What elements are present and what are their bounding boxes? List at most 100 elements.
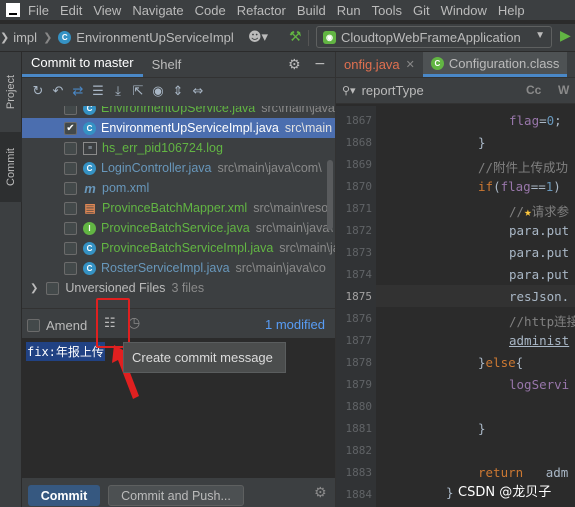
show-diff-icon[interactable]: ☰ <box>88 81 108 101</box>
list-item[interactable]: C EnvironmentUpService.java src\main\jav… <box>22 106 335 118</box>
file-path: src\main\reso <box>253 201 329 215</box>
eye-icon[interactable]: ◉ <box>148 81 168 101</box>
file-checkbox[interactable] <box>64 221 77 235</box>
list-item[interactable]: ≡ hs_err_pid106724.log <box>22 138 335 158</box>
unversioned-files-group[interactable]: ❯ Unversioned Files 3 files <box>22 278 335 296</box>
file-checkbox[interactable]: ✔ <box>64 121 77 135</box>
menu-file[interactable]: File <box>28 3 49 18</box>
whole-words-toggle[interactable]: W <box>558 83 569 97</box>
menu-edit[interactable]: Edit <box>60 3 82 18</box>
line-number: 1872 <box>345 224 373 237</box>
vertical-scrollbar[interactable] <box>327 160 333 230</box>
chevron-right-icon[interactable]: ❯ <box>30 283 38 294</box>
commit-tool-tab[interactable]: Commit <box>0 132 22 202</box>
tab-configuration-class[interactable]: C Configuration.class <box>422 52 568 77</box>
code-line: administ <box>509 333 570 348</box>
gear-icon[interactable]: ⚙ <box>288 57 301 73</box>
user-icon[interactable]: ☻▾ <box>248 30 268 45</box>
move-to-changelist-icon[interactable]: ⇄ <box>68 81 88 101</box>
rollback-icon[interactable]: ↶ <box>48 81 68 101</box>
commit-panel: Commit to master Shelf ⚙ − ↻ ↶ ⇄ ☰ ⤓ ⇱ ◉… <box>22 52 335 507</box>
file-checkbox[interactable] <box>64 261 77 275</box>
amend-label: Amend <box>46 317 88 333</box>
list-item[interactable]: C RosterServiceImpl.java src\main\java\c… <box>22 258 335 278</box>
list-item[interactable]: ✔ C EnvironmentUpServiceImpl.java src\ma… <box>22 118 335 138</box>
file-checkbox[interactable] <box>64 181 77 195</box>
menu-tools[interactable]: Tools <box>372 3 402 18</box>
unversioned-checkbox[interactable] <box>46 281 60 295</box>
breadcrumb-project[interactable]: impl <box>13 30 37 45</box>
run-configuration-label: CloudtopWebFrameApplication <box>341 29 521 45</box>
panel-divider[interactable] <box>22 308 335 309</box>
line-number: 1867 <box>345 114 373 127</box>
menu-run[interactable]: Run <box>337 3 361 18</box>
file-name: pom.xml <box>102 181 150 195</box>
line-number: 1884 <box>345 488 373 501</box>
code-line: //http连接 <box>509 314 575 329</box>
line-number: 1873 <box>345 246 373 259</box>
code-line: return adm <box>478 465 569 480</box>
menu-window[interactable]: Window <box>441 3 487 18</box>
minimize-icon[interactable]: − <box>314 56 326 72</box>
collapse-icon[interactable]: ⇔ <box>188 81 208 101</box>
file-checkbox[interactable] <box>64 201 77 215</box>
file-name: hs_err_pid106724.log <box>102 141 223 155</box>
commit-and-push-button[interactable]: Commit and Push... <box>108 485 244 506</box>
file-checkbox[interactable] <box>64 241 77 255</box>
modified-count-link[interactable]: 1 modified <box>265 317 325 332</box>
file-name: RosterServiceImpl.java <box>101 261 230 275</box>
commit-buttons-bar: Commit Commit and Push... ⚙ <box>22 479 335 507</box>
breadcrumb-file[interactable]: C EnvironmentUpServiceImpl <box>58 30 234 45</box>
download-icon[interactable]: ⤓ <box>108 81 128 101</box>
file-checkbox[interactable] <box>64 161 77 175</box>
line-number: 1871 <box>345 202 373 215</box>
tab-shelf[interactable]: Shelf <box>143 51 191 77</box>
list-item[interactable]: m pom.xml <box>22 178 335 198</box>
unversioned-count: 3 files <box>171 281 205 295</box>
search-input[interactable]: reportType <box>362 83 424 98</box>
match-case-toggle[interactable]: Cc <box>526 83 541 97</box>
file-checkbox[interactable] <box>64 141 77 155</box>
watermark: CSDN @龙贝子 <box>458 485 552 500</box>
menu-git[interactable]: Git <box>413 3 430 18</box>
list-item[interactable]: C ProvinceBatchServiceImpl.java src\main… <box>22 238 335 258</box>
file-path: src\main\java <box>261 106 335 115</box>
amend-checkbox[interactable] <box>27 318 40 332</box>
build-hammer-icon[interactable]: ⚒ <box>289 29 302 45</box>
code-line: //附件上传成功 <box>478 160 569 175</box>
commit-button[interactable]: Commit <box>28 485 100 506</box>
expand-all-icon[interactable]: ⇱ <box>128 81 148 101</box>
tab-commit-to-master[interactable]: Commit to master <box>22 51 143 77</box>
list-item[interactable]: ▤ ProvinceBatchMapper.xml src\main\reso <box>22 198 335 218</box>
menu-code[interactable]: Code <box>195 3 226 18</box>
gear-icon[interactable]: ⚙ <box>314 485 327 501</box>
menu-build[interactable]: Build <box>297 3 326 18</box>
line-number: 1877 <box>345 334 373 347</box>
code-line: } <box>478 421 486 436</box>
line-number: 1868 <box>345 136 373 149</box>
tab-configuration-class-label: Configuration.class <box>448 55 560 71</box>
run-configuration-selector[interactable]: ◉ CloudtopWebFrameApplication ▼ <box>316 26 552 48</box>
expand-icon[interactable]: ⇕ <box>168 81 188 101</box>
menu-help[interactable]: Help <box>498 3 525 18</box>
run-icon[interactable]: ▶ <box>560 28 571 44</box>
breadcrumb-project-label: impl <box>13 30 38 45</box>
menu-view[interactable]: View <box>93 3 121 18</box>
find-bar: ⚲▾ reportType Cc W <box>336 78 575 104</box>
list-item[interactable]: I ProvinceBatchService.java src\main\jav… <box>22 218 335 238</box>
refresh-icon[interactable]: ↻ <box>28 81 48 101</box>
class-icon: C <box>83 161 96 175</box>
file-checkbox[interactable] <box>64 106 77 115</box>
list-item[interactable]: C LoginController.java src\main\java\com… <box>22 158 335 178</box>
chevron-left-icon[interactable]: ❯ <box>0 31 9 44</box>
search-icon[interactable]: ⚲▾ <box>342 84 356 97</box>
tab-config-java[interactable]: onfig.java ✕ <box>336 52 423 77</box>
file-name: ProvinceBatchService.java <box>101 221 250 235</box>
menu-refactor[interactable]: Refactor <box>237 3 286 18</box>
project-tool-tab[interactable]: Project <box>0 60 22 124</box>
close-icon[interactable]: ✕ <box>406 58 415 71</box>
commit-message-text: fix:年报上传 <box>26 342 105 361</box>
code-line: }else{ <box>478 355 524 370</box>
tooltip-text: Create commit message <box>132 350 273 365</box>
menu-navigate[interactable]: Navigate <box>132 3 183 18</box>
